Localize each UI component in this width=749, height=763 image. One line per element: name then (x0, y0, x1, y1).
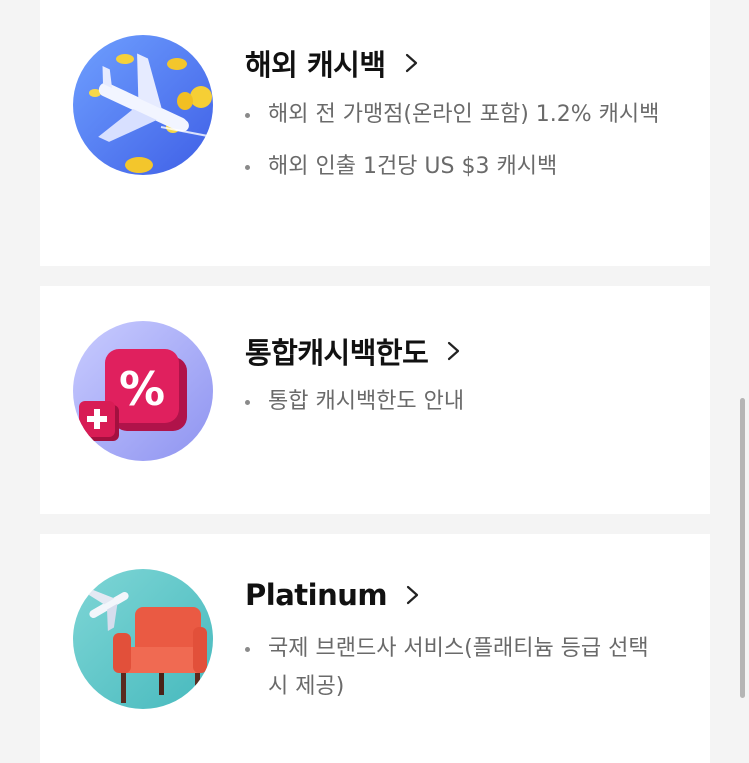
chevron-right-icon (401, 584, 423, 606)
card-title: 해외 캐시백 (245, 48, 386, 82)
svg-text:%: % (119, 362, 165, 416)
benefit-list: 해외 전 가맹점(온라인 포함) 1.2% 캐시백 해외 인출 1건당 US $… (245, 96, 665, 200)
list-item: 국제 브랜드사 서비스(플래티늄 등급 선택 시 제공) (245, 630, 665, 706)
card-title: Platinum (245, 578, 388, 612)
platinum-link[interactable]: Platinum (245, 578, 423, 612)
list-item: 통합 캐시백한도 안내 (245, 383, 665, 421)
scrollbar[interactable] (740, 398, 745, 698)
card-title: 통합캐시백한도 (245, 336, 429, 370)
airplane-coins-icon (73, 35, 213, 175)
overseas-cashback-link[interactable]: 해외 캐시백 (245, 42, 422, 84)
armchair-airplane-icon (73, 569, 213, 709)
benefit-list: 통합 캐시백한도 안내 (245, 383, 665, 435)
benefit-card-overseas-cashback: 해외 캐시백 해외 전 가맹점(온라인 포함) 1.2% 캐시백 해외 인출 1… (40, 0, 710, 266)
list-item: 해외 전 가맹점(온라인 포함) 1.2% 캐시백 (245, 96, 665, 134)
percent-plus-icon: % (73, 321, 213, 461)
benefit-list: 국제 브랜드사 서비스(플래티늄 등급 선택 시 제공) (245, 630, 665, 720)
list-item: 해외 인출 1건당 US $3 캐시백 (245, 148, 665, 186)
cashback-limit-link[interactable]: 통합캐시백한도 (245, 330, 464, 372)
chevron-right-icon (442, 340, 464, 362)
chevron-right-icon (400, 52, 422, 74)
benefit-card-cashback-limit: % 통합캐시백한도 통합 캐시백한도 안내 (40, 286, 710, 514)
benefit-card-platinum: Platinum 국제 브랜드사 서비스(플래티늄 등급 선택 시 제공) (40, 534, 710, 763)
